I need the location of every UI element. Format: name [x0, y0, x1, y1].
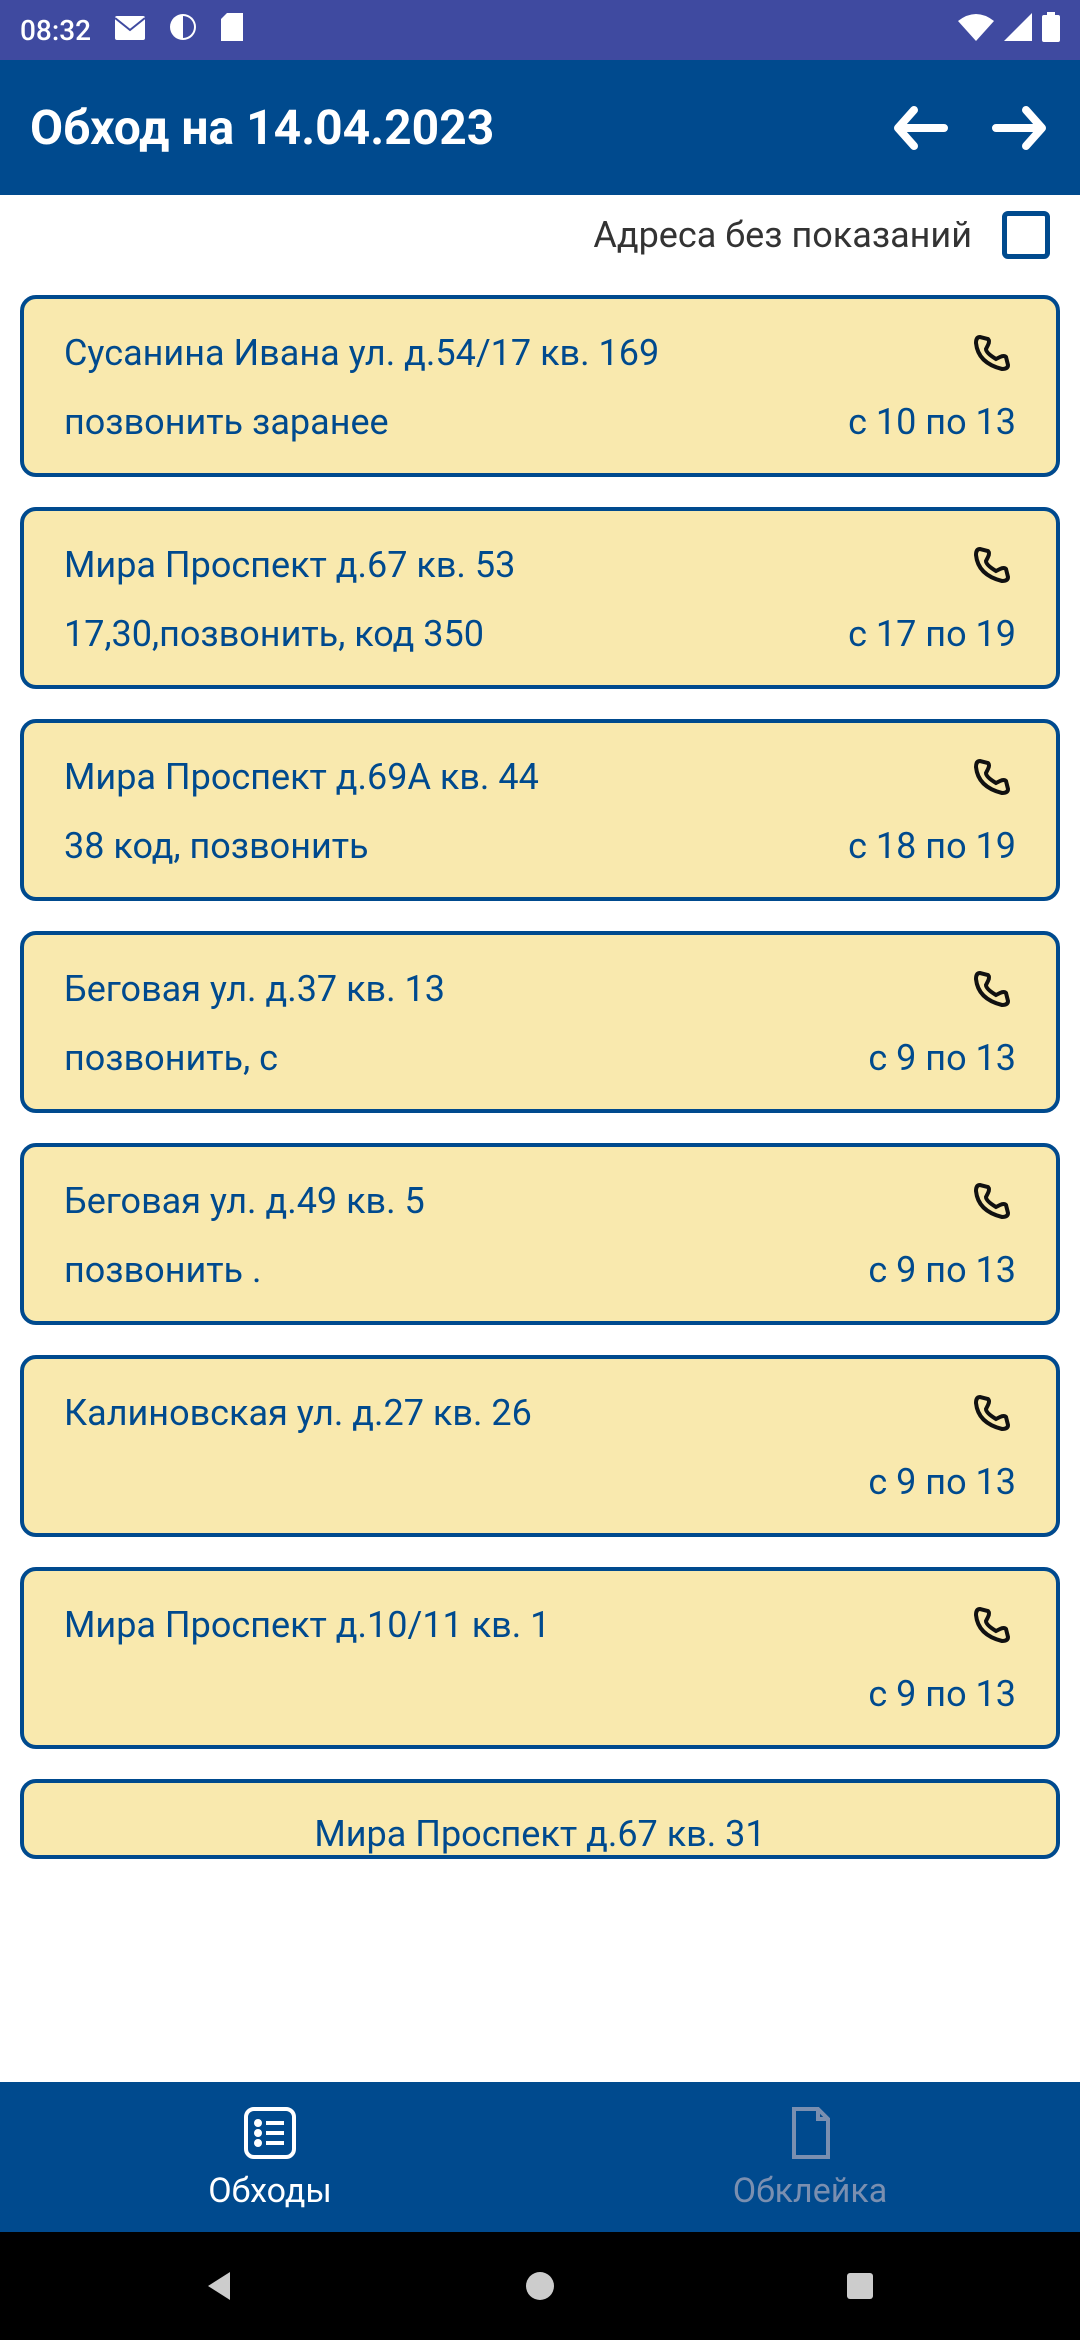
- filter-label: Адреса без показаний: [593, 214, 972, 256]
- card-address: Беговая ул. д.37 кв. 13: [64, 968, 445, 1010]
- card-address: Беговая ул. д.49 кв. 5: [64, 1180, 425, 1222]
- filter-checkbox[interactable]: [1002, 211, 1050, 259]
- sd-icon: [221, 13, 243, 48]
- filter-row: Адреса без показаний: [0, 195, 1080, 275]
- card-address: Мира Проспект д.67 кв. 53: [64, 544, 515, 586]
- card-time: с 9 по 13: [868, 1673, 1016, 1715]
- android-back[interactable]: [195, 2261, 245, 2311]
- battery-icon: [1042, 12, 1060, 49]
- card-address: Мира Проспект д.10/11 кв. 1: [64, 1604, 550, 1646]
- opera-icon: [169, 13, 197, 48]
- prev-day-button[interactable]: [890, 98, 950, 158]
- android-home[interactable]: [515, 2261, 565, 2311]
- phone-icon[interactable]: [968, 541, 1016, 589]
- visit-card[interactable]: Беговая ул. д.49 кв. 5 позвонить . с 9 п…: [20, 1143, 1060, 1325]
- card-time: с 9 по 13: [868, 1461, 1016, 1503]
- phone-icon[interactable]: [968, 329, 1016, 377]
- card-note: позвонить заранее: [64, 401, 389, 443]
- card-time: с 10 по 13: [848, 401, 1016, 443]
- nav-label: Обклейка: [733, 2171, 887, 2211]
- card-address: Мира Проспект д.69А кв. 44: [64, 756, 539, 798]
- status-time: 08:32: [20, 14, 91, 47]
- document-icon: [780, 2103, 840, 2163]
- card-address: Мира Проспект д.67 кв. 31: [314, 1813, 765, 1855]
- android-recent[interactable]: [835, 2261, 885, 2311]
- phone-icon[interactable]: [968, 1601, 1016, 1649]
- status-right: [958, 12, 1060, 49]
- next-day-button[interactable]: [990, 98, 1050, 158]
- wifi-icon: [958, 13, 994, 48]
- visit-list[interactable]: Сусанина Ивана ул. д.54/17 кв. 169 позво…: [0, 275, 1080, 2082]
- phone-icon[interactable]: [968, 753, 1016, 801]
- card-address: Калиновская ул. д.27 кв. 26: [64, 1392, 532, 1434]
- visit-card[interactable]: Мира Проспект д.69А кв. 44 38 код, позво…: [20, 719, 1060, 901]
- header-title: Обход на 14.04.2023: [30, 99, 494, 156]
- status-left: 08:32: [20, 13, 243, 48]
- card-note: 38 код, позвонить: [64, 825, 369, 867]
- card-address: Сусанина Ивана ул. д.54/17 кв. 169: [64, 332, 659, 374]
- phone-icon[interactable]: [968, 965, 1016, 1013]
- card-time: с 9 по 13: [868, 1037, 1016, 1079]
- card-time: с 9 по 13: [868, 1249, 1016, 1291]
- android-nav: [0, 2232, 1080, 2340]
- list-icon: [240, 2103, 300, 2163]
- visit-card[interactable]: Мира Проспект д.67 кв. 31: [20, 1779, 1060, 1859]
- visit-card[interactable]: Сусанина Ивана ул. д.54/17 кв. 169 позво…: [20, 295, 1060, 477]
- phone-icon[interactable]: [968, 1177, 1016, 1225]
- phone-icon[interactable]: [968, 1389, 1016, 1437]
- app-header: Обход на 14.04.2023: [0, 60, 1080, 195]
- header-nav: [890, 98, 1050, 158]
- visit-card[interactable]: Беговая ул. д.37 кв. 13 позвонить, с с 9…: [20, 931, 1060, 1113]
- visit-card[interactable]: Калиновская ул. д.27 кв. 26 с 9 по 13: [20, 1355, 1060, 1537]
- card-note: 17,30,позвонить, код 350: [64, 613, 484, 655]
- mail-icon: [115, 14, 145, 47]
- signal-icon: [1004, 13, 1032, 48]
- card-note: позвонить .: [64, 1249, 262, 1291]
- card-time: с 18 по 19: [848, 825, 1016, 867]
- card-time: с 17 по 19: [848, 613, 1016, 655]
- visit-card[interactable]: Мира Проспект д.67 кв. 53 17,30,позвонит…: [20, 507, 1060, 689]
- card-note: позвонить, с: [64, 1037, 278, 1079]
- nav-label: Обходы: [208, 2171, 332, 2211]
- status-bar: 08:32: [0, 0, 1080, 60]
- bottom-nav: Обходы Обклейка: [0, 2082, 1080, 2232]
- visit-card[interactable]: Мира Проспект д.10/11 кв. 1 с 9 по 13: [20, 1567, 1060, 1749]
- nav-item-visits[interactable]: Обходы: [0, 2082, 540, 2232]
- nav-item-stickers[interactable]: Обклейка: [540, 2082, 1080, 2232]
